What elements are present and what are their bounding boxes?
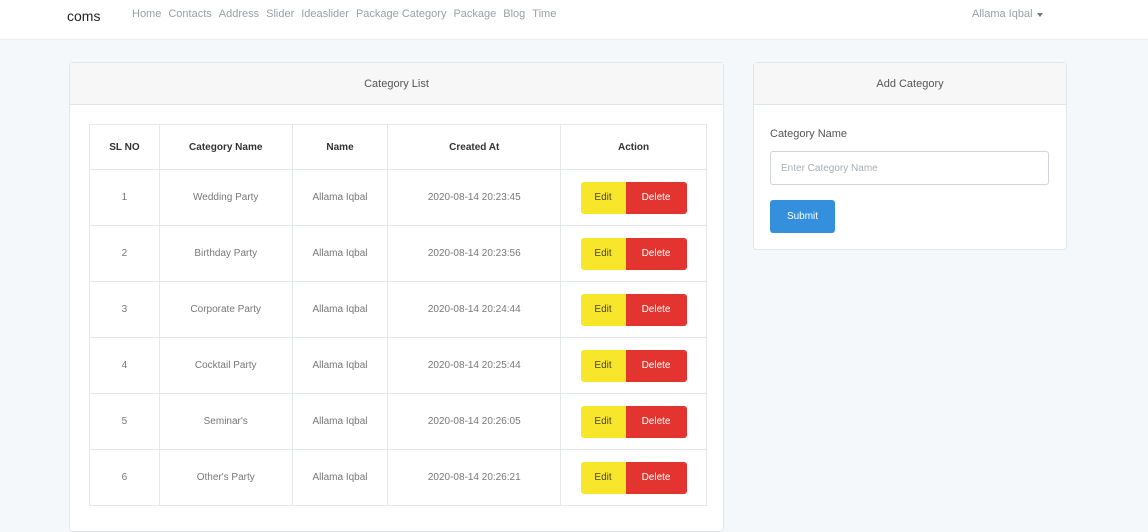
cell-category-name: Birthday Party bbox=[158, 225, 293, 282]
cell-category-name: Seminar's bbox=[158, 393, 293, 450]
cell-category-name: Corporate Party bbox=[158, 281, 293, 338]
nav-links: Home Contacts Address Slider Ideaslider … bbox=[132, 8, 556, 20]
cell-name: Allama Iqbal bbox=[291, 225, 389, 282]
category-list-header: Category List bbox=[70, 63, 723, 105]
col-header-category-name: Category Name bbox=[158, 124, 293, 170]
edit-button[interactable]: Edit bbox=[580, 349, 626, 382]
nav-link-ideaslider[interactable]: Ideaslider bbox=[301, 8, 349, 20]
add-category-card: Add Category Category Name Submit bbox=[753, 62, 1067, 250]
edit-button[interactable]: Edit bbox=[580, 405, 626, 438]
delete-button[interactable]: Delete bbox=[625, 293, 687, 326]
cell-name: Allama Iqbal bbox=[291, 169, 389, 226]
cell-created-at: 2020-08-14 20:26:05 bbox=[387, 393, 562, 450]
nav-link-package-category[interactable]: Package Category bbox=[356, 8, 447, 20]
cell-action: Edit Delete bbox=[560, 337, 707, 394]
add-category-header: Add Category bbox=[754, 63, 1066, 105]
edit-button[interactable]: Edit bbox=[580, 237, 626, 270]
table-row: 4 Cocktail Party Allama Iqbal 2020-08-14… bbox=[89, 337, 707, 394]
cell-action: Edit Delete bbox=[560, 169, 707, 226]
user-name: Allama Iqbal bbox=[972, 8, 1033, 20]
col-header-action: Action bbox=[560, 124, 707, 170]
table-row: 1 Wedding Party Allama Iqbal 2020-08-14 … bbox=[89, 169, 707, 226]
nav-link-time[interactable]: Time bbox=[532, 8, 556, 20]
edit-button[interactable]: Edit bbox=[580, 293, 626, 326]
cell-sl-no: 6 bbox=[89, 449, 160, 506]
edit-button[interactable]: Edit bbox=[580, 181, 626, 214]
table-row: 3 Corporate Party Allama Iqbal 2020-08-1… bbox=[89, 281, 707, 338]
cell-action: Edit Delete bbox=[560, 393, 707, 450]
category-table: SL NO Category Name Name Created At Acti… bbox=[89, 124, 707, 506]
delete-button[interactable]: Delete bbox=[625, 237, 687, 270]
brand-link[interactable]: coms bbox=[67, 8, 100, 24]
caret-down-icon bbox=[1036, 12, 1043, 17]
cell-created-at: 2020-08-14 20:23:56 bbox=[387, 225, 562, 282]
cell-created-at: 2020-08-14 20:24:44 bbox=[387, 281, 562, 338]
cell-action: Edit Delete bbox=[560, 449, 707, 506]
nav-link-home[interactable]: Home bbox=[132, 8, 161, 20]
cell-sl-no: 4 bbox=[89, 337, 160, 394]
table-row: 5 Seminar's Allama Iqbal 2020-08-14 20:2… bbox=[89, 393, 707, 450]
cell-name: Allama Iqbal bbox=[291, 449, 389, 506]
cell-category-name: Cocktail Party bbox=[158, 337, 293, 394]
delete-button[interactable]: Delete bbox=[625, 181, 687, 214]
nav-link-contacts[interactable]: Contacts bbox=[168, 8, 211, 20]
col-header-sl-no: SL NO bbox=[89, 124, 160, 170]
cell-name: Allama Iqbal bbox=[291, 393, 389, 450]
submit-button[interactable]: Submit bbox=[770, 200, 835, 233]
cell-created-at: 2020-08-14 20:26:21 bbox=[387, 449, 562, 506]
cell-name: Allama Iqbal bbox=[291, 281, 389, 338]
nav-link-address[interactable]: Address bbox=[219, 8, 259, 20]
delete-button[interactable]: Delete bbox=[625, 349, 687, 382]
add-category-title: Add Category bbox=[876, 77, 944, 90]
cell-action: Edit Delete bbox=[560, 281, 707, 338]
category-list-title: Category List bbox=[364, 77, 429, 90]
delete-button[interactable]: Delete bbox=[625, 461, 687, 494]
table-row: 2 Birthday Party Allama Iqbal 2020-08-14… bbox=[89, 225, 707, 282]
nav-link-package[interactable]: Package bbox=[453, 8, 496, 20]
table-header-row: SL NO Category Name Name Created At Acti… bbox=[89, 124, 707, 170]
cell-sl-no: 5 bbox=[89, 393, 160, 450]
delete-button[interactable]: Delete bbox=[625, 405, 687, 438]
cell-created-at: 2020-08-14 20:23:45 bbox=[387, 169, 562, 226]
cell-action: Edit Delete bbox=[560, 225, 707, 282]
category-list-card: Category List SL NO Category Name Name C… bbox=[69, 62, 724, 532]
navbar: coms Home Contacts Address Slider Ideasl… bbox=[0, 0, 1148, 40]
col-header-created-at: Created At bbox=[387, 124, 562, 170]
nav-link-blog[interactable]: Blog bbox=[503, 8, 525, 20]
cell-sl-no: 2 bbox=[89, 225, 160, 282]
cell-created-at: 2020-08-14 20:25:44 bbox=[387, 337, 562, 394]
category-name-input[interactable] bbox=[770, 151, 1049, 185]
col-header-name: Name bbox=[291, 124, 389, 170]
cell-sl-no: 3 bbox=[89, 281, 160, 338]
table-row: 6 Other's Party Allama Iqbal 2020-08-14 … bbox=[89, 449, 707, 506]
edit-button[interactable]: Edit bbox=[580, 461, 626, 494]
user-dropdown[interactable]: Allama Iqbal bbox=[972, 8, 1043, 20]
cell-sl-no: 1 bbox=[89, 169, 160, 226]
category-name-label: Category Name bbox=[770, 128, 848, 140]
cell-category-name: Wedding Party bbox=[158, 169, 293, 226]
cell-category-name: Other's Party bbox=[158, 449, 293, 506]
cell-name: Allama Iqbal bbox=[291, 337, 389, 394]
nav-link-slider[interactable]: Slider bbox=[266, 8, 294, 20]
